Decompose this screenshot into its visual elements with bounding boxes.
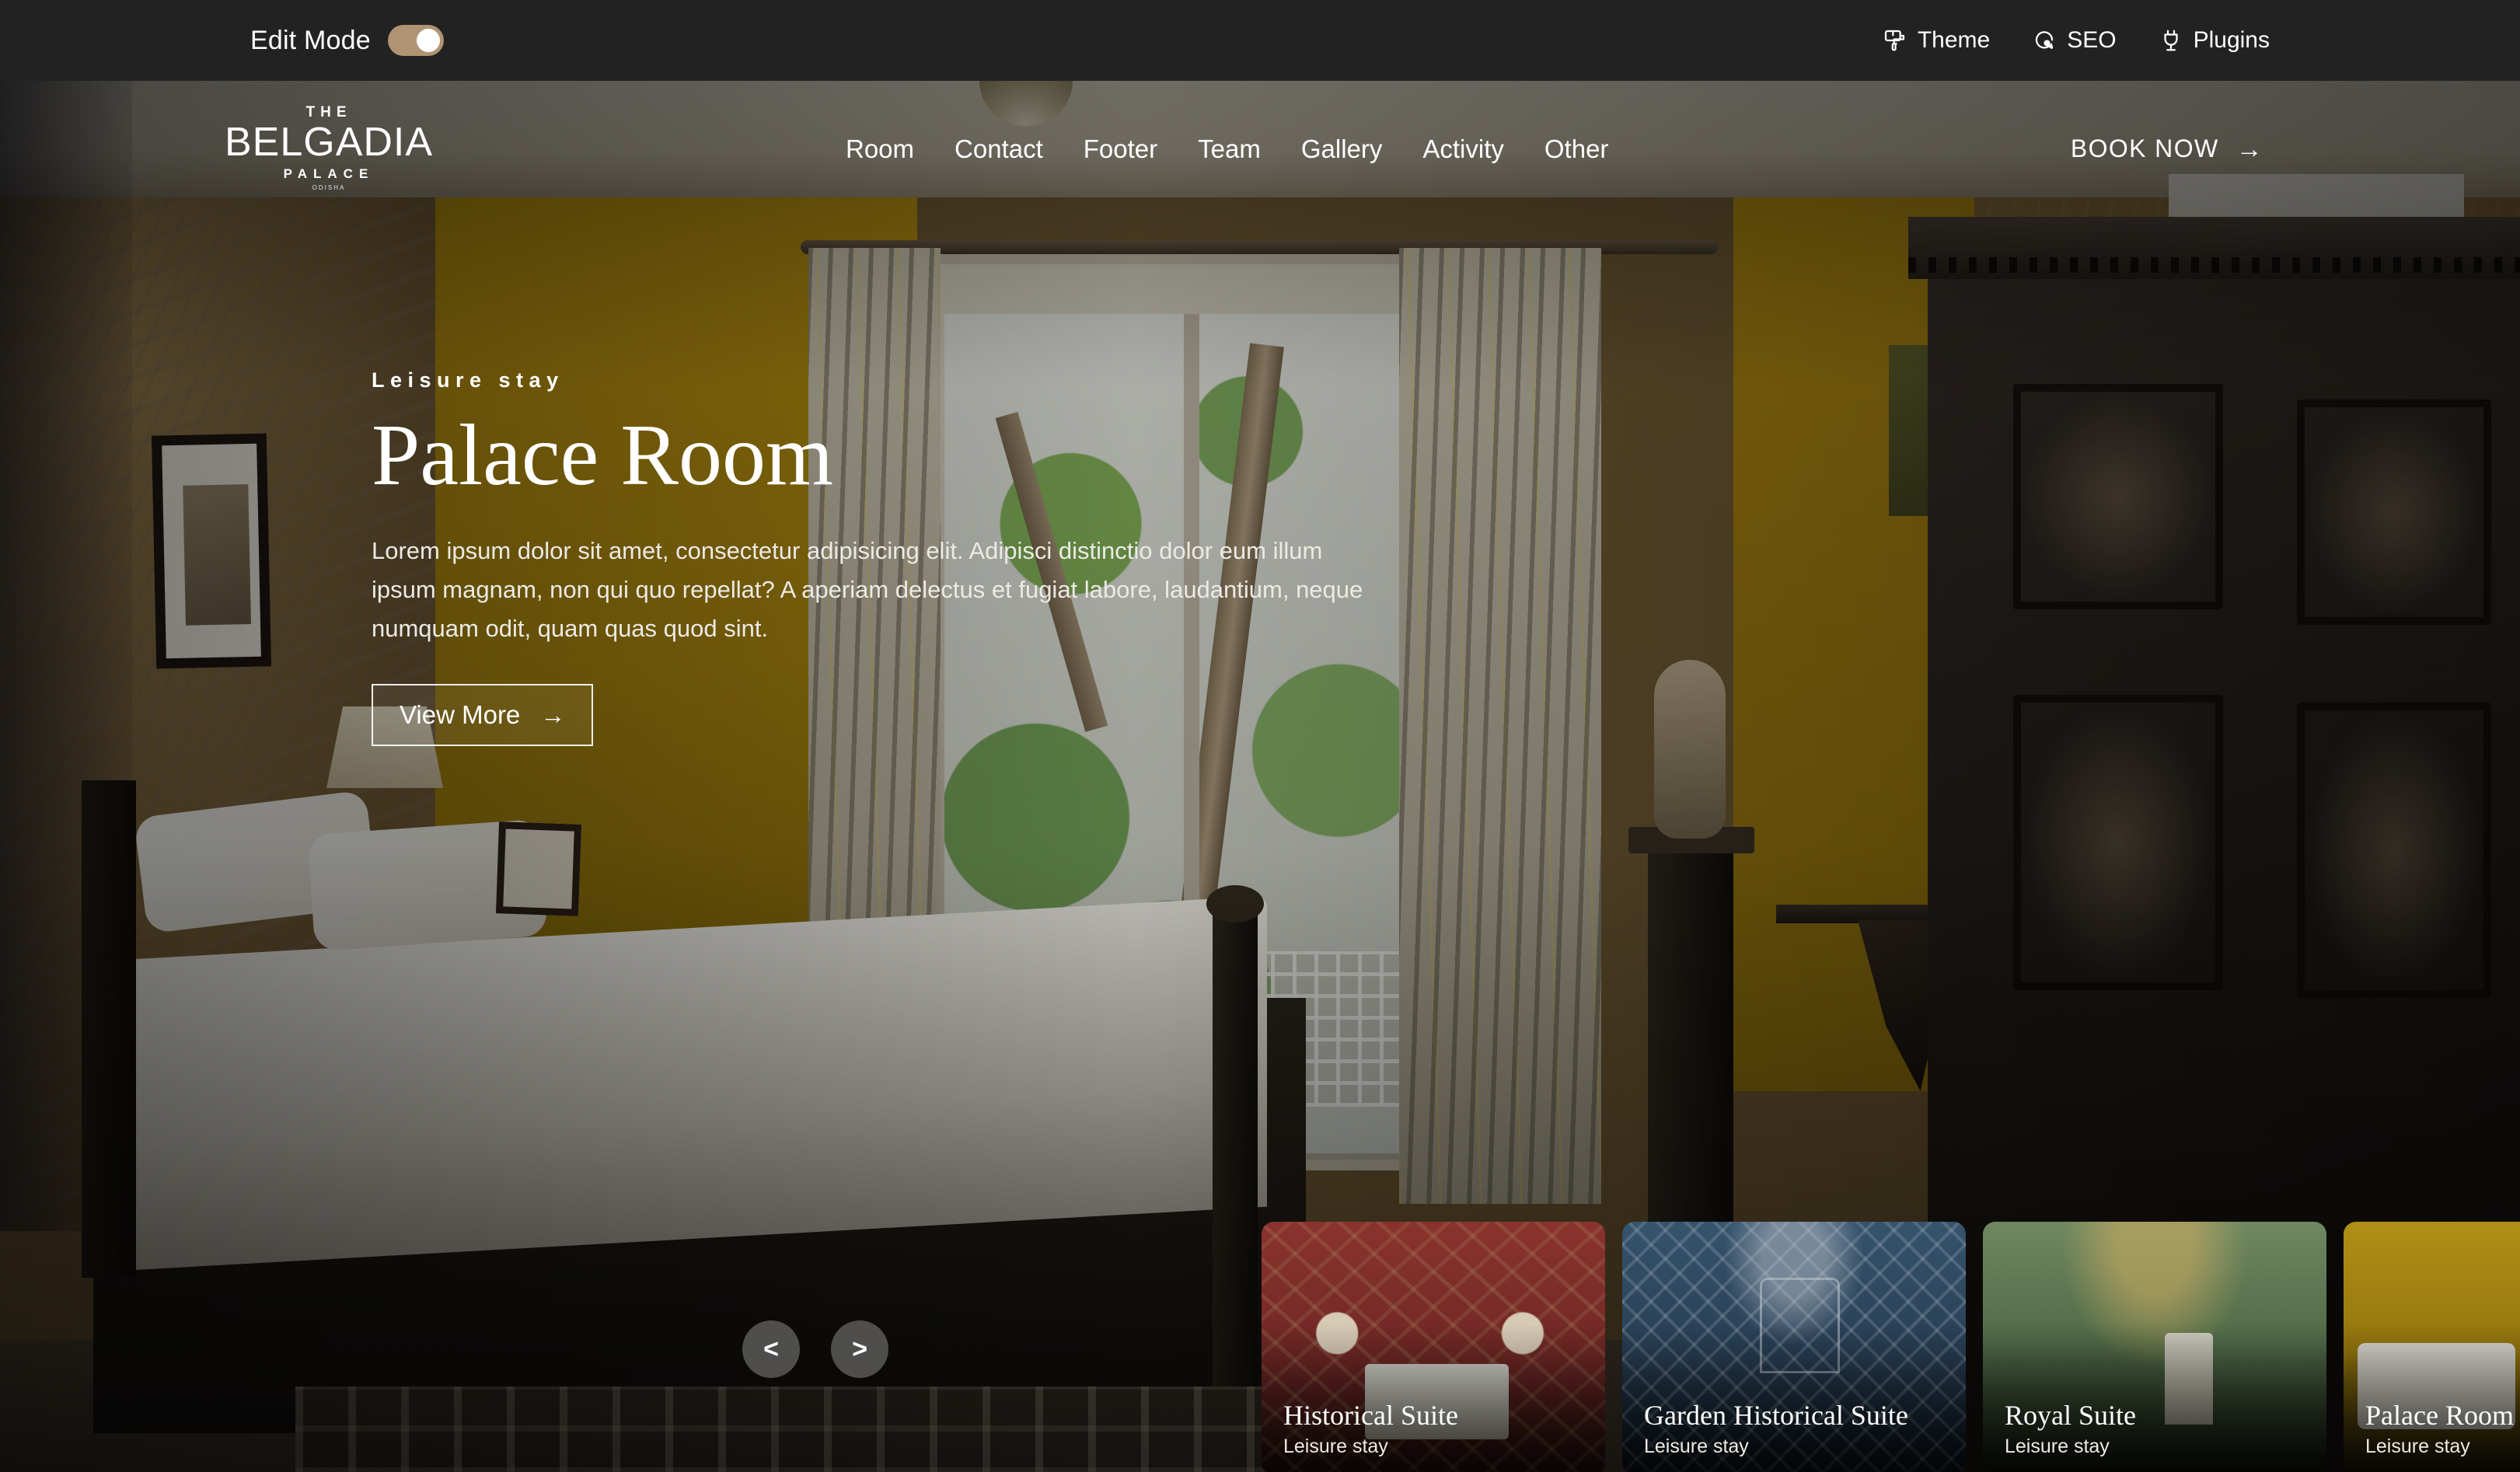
view-more-label: View More — [400, 700, 521, 730]
room-card-garden-historical-suite[interactable]: Garden Historical Suite Leisure stay — [1622, 1222, 1966, 1472]
site-preview-canvas: THE BELGADIA PALACE ODISHA Room Contact … — [0, 81, 2520, 1472]
arrow-right-icon: → — [2236, 134, 2263, 164]
room-card-royal-suite[interactable]: Royal Suite Leisure stay — [1983, 1222, 2326, 1472]
nav-item-room[interactable]: Room — [846, 134, 914, 164]
logo-line-the: THE — [305, 103, 352, 120]
room-card-caption: Historical Suite Leisure stay — [1283, 1400, 1593, 1458]
carousel-next-button[interactable]: > — [831, 1320, 888, 1378]
room-card-title: Historical Suite — [1283, 1399, 1458, 1431]
nav-item-footer[interactable]: Footer — [1084, 134, 1157, 164]
theme-button[interactable]: Theme — [1883, 27, 1990, 54]
seo-label: SEO — [2067, 27, 2117, 53]
plug-icon — [2159, 28, 2183, 53]
plugins-button[interactable]: Plugins — [2159, 27, 2270, 54]
room-card-caption: Palace Room Leisure stay — [2365, 1400, 2520, 1458]
hero-description: Lorem ipsum dolor sit amet, consectetur … — [372, 536, 1363, 643]
editor-actions: Theme SEO Plugins — [1883, 27, 2270, 54]
arrow-right-icon: → — [540, 701, 566, 730]
editor-toolbar: Edit Mode Theme SEO Plugins — [0, 0, 2520, 81]
carousel-controls: < > — [742, 1320, 888, 1378]
carousel-prev-button[interactable]: < — [742, 1320, 800, 1378]
book-now-label: BOOK NOW — [2070, 134, 2219, 162]
room-card-caption: Royal Suite Leisure stay — [2005, 1400, 2314, 1458]
hero-content: Leisure stay Palace Room Lorem ipsum dol… — [372, 368, 1398, 747]
logo-line-main: BELGADIA — [224, 119, 434, 165]
nav-item-contact[interactable]: Contact — [955, 134, 1043, 164]
site-navbar: THE BELGADIA PALACE ODISHA Room Contact … — [0, 81, 2520, 217]
logo-line-tiny: ODISHA — [312, 183, 346, 191]
room-card-subtitle: Leisure stay — [2365, 1435, 2470, 1457]
logo-line-sub: PALACE — [283, 166, 375, 181]
nav-item-activity[interactable]: Activity — [1422, 134, 1504, 164]
nav-links: Room Contact Footer Team Gallery Activit… — [846, 134, 1608, 164]
room-card-historical-suite[interactable]: Historical Suite Leisure stay — [1262, 1222, 1605, 1472]
edit-mode-label: Edit Mode — [250, 25, 371, 55]
nav-item-team[interactable]: Team — [1198, 134, 1261, 164]
room-card-title: Palace Room — [2365, 1399, 2514, 1431]
book-now-button[interactable]: BOOK NOW → — [2071, 134, 2263, 163]
room-card-subtitle: Leisure stay — [2005, 1435, 2110, 1457]
room-card-palace-room[interactable]: Palace Room Leisure stay — [2344, 1222, 2520, 1472]
room-card-subtitle: Leisure stay — [1644, 1435, 1749, 1457]
plugins-label: Plugins — [2193, 27, 2270, 53]
toggle-knob — [416, 29, 440, 52]
hero-title: Palace Room — [372, 407, 834, 504]
room-card-list: Historical Suite Leisure stay Garden His… — [1262, 1222, 2520, 1472]
theme-label: Theme — [1917, 27, 1991, 53]
seo-search-bubble-icon — [2032, 28, 2057, 53]
site-logo[interactable]: THE BELGADIA PALACE ODISHA — [225, 103, 432, 194]
edit-mode-toggle[interactable] — [387, 25, 444, 56]
hero-eyebrow: Leisure stay — [372, 368, 564, 392]
nav-item-gallery[interactable]: Gallery — [1301, 134, 1383, 164]
room-card-title: Garden Historical Suite — [1644, 1399, 1908, 1431]
nav-item-other[interactable]: Other — [1544, 134, 1609, 164]
room-card-title: Royal Suite — [2005, 1399, 2136, 1431]
edit-mode-control[interactable]: Edit Mode — [250, 25, 444, 56]
paint-roller-icon — [1883, 28, 1907, 53]
room-card-caption: Garden Historical Suite Leisure stay — [1644, 1400, 1953, 1458]
view-more-button[interactable]: View More → — [372, 684, 594, 747]
seo-button[interactable]: SEO — [2032, 27, 2117, 54]
room-card-subtitle: Leisure stay — [1283, 1435, 1388, 1457]
